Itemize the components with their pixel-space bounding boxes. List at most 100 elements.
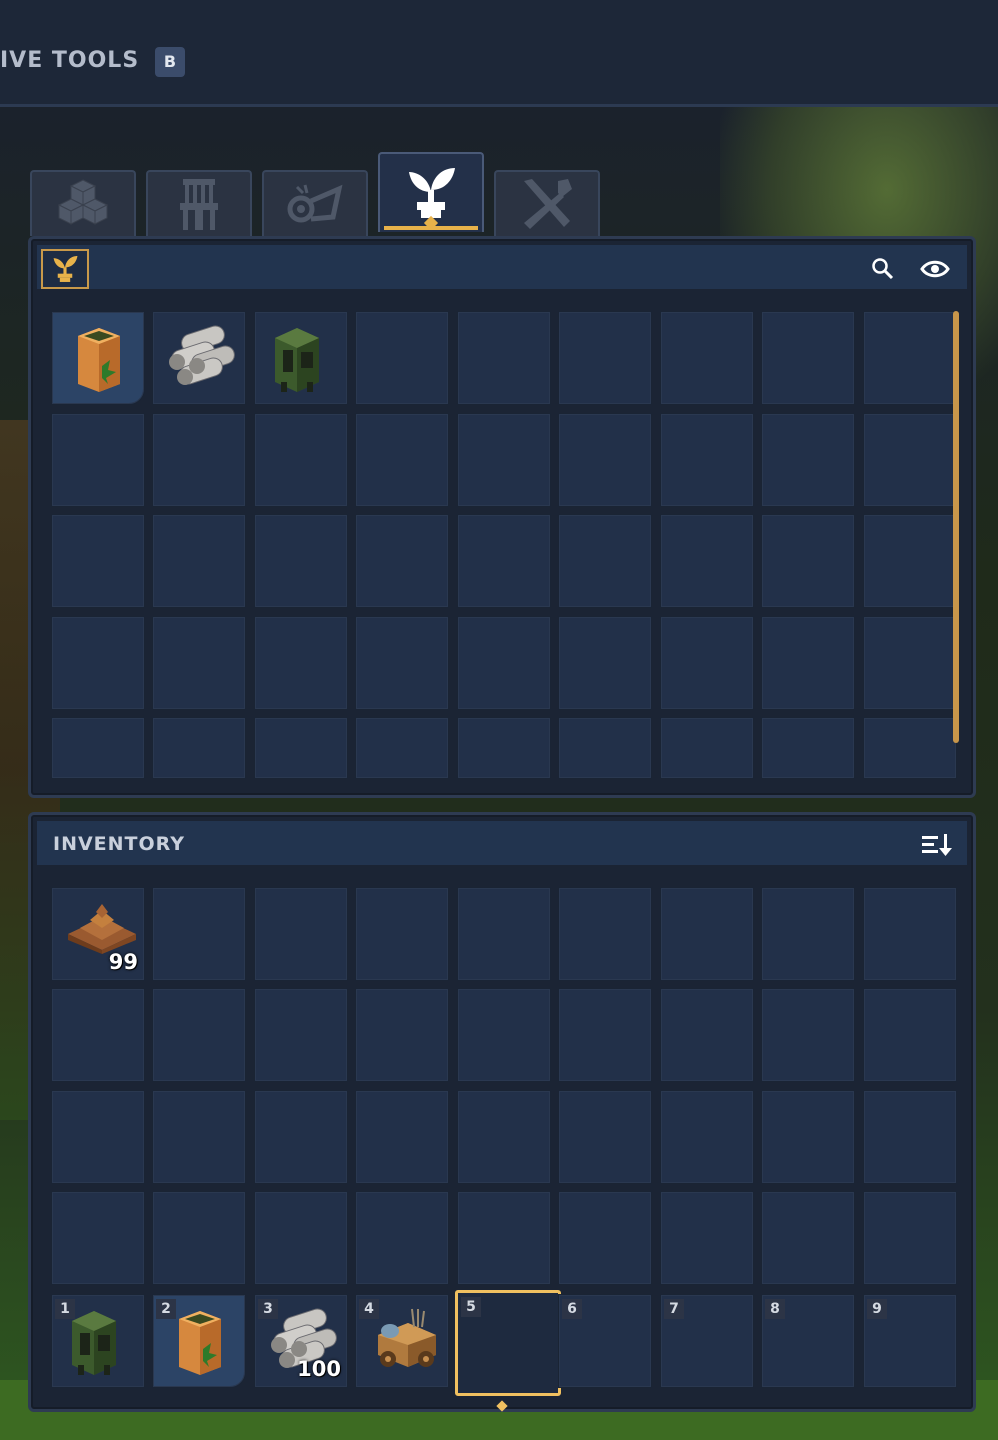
inventory-slot[interactable] (254, 1090, 348, 1184)
catalog-slot[interactable] (51, 514, 145, 608)
inventory-slot[interactable] (254, 887, 348, 981)
catalog-slot[interactable] (254, 717, 348, 779)
inventory-slot[interactable] (355, 1191, 449, 1285)
catalog-slot[interactable] (660, 514, 754, 608)
catalog-slot[interactable] (254, 514, 348, 608)
catalog-slot[interactable] (761, 413, 855, 507)
hotbar-slot[interactable]: 7 (660, 1294, 754, 1388)
inventory-slot[interactable] (152, 988, 246, 1082)
sort-button[interactable] (921, 829, 953, 861)
catalog-slot[interactable] (558, 717, 652, 779)
inventory-slot[interactable] (355, 988, 449, 1082)
catalog-slot[interactable] (660, 311, 754, 405)
inventory-slot[interactable] (51, 1191, 145, 1285)
catalog-slot[interactable] (51, 616, 145, 710)
catalog-slot[interactable] (254, 413, 348, 507)
inventory-slot[interactable] (457, 988, 551, 1082)
catalog-slot[interactable] (51, 717, 145, 779)
catalog-slot[interactable] (457, 514, 551, 608)
inventory-slot[interactable] (558, 887, 652, 981)
inventory-slot[interactable] (863, 1191, 957, 1285)
inventory-slot[interactable] (660, 1090, 754, 1184)
tab-blocks[interactable] (30, 170, 136, 236)
catalog-slot[interactable] (863, 514, 957, 608)
catalog-slot[interactable] (152, 616, 246, 710)
catalog-slot[interactable] (660, 413, 754, 507)
inventory-slot[interactable] (761, 988, 855, 1082)
tab-decor[interactable] (262, 170, 368, 236)
catalog-slot[interactable] (761, 717, 855, 779)
catalog-slot[interactable] (457, 311, 551, 405)
catalog-slot[interactable] (51, 311, 145, 405)
tab-farming[interactable] (378, 152, 484, 232)
inventory-slot[interactable] (863, 887, 957, 981)
visibility-toggle[interactable] (919, 253, 951, 285)
inventory-slot[interactable] (660, 988, 754, 1082)
inventory-slot[interactable] (761, 887, 855, 981)
catalog-slot[interactable] (558, 311, 652, 405)
catalog-slot[interactable] (254, 311, 348, 405)
catalog-slot[interactable] (660, 717, 754, 779)
inventory-slot[interactable] (457, 887, 551, 981)
catalog-slot[interactable] (355, 717, 449, 779)
hotbar-slot[interactable]: 9 (863, 1294, 957, 1388)
inventory-slot[interactable] (51, 988, 145, 1082)
catalog-slot[interactable] (152, 717, 246, 779)
catalog-slot[interactable] (863, 311, 957, 405)
catalog-slot[interactable] (558, 616, 652, 710)
inventory-slot[interactable] (254, 988, 348, 1082)
inventory-slot[interactable] (863, 988, 957, 1082)
catalog-slot[interactable] (761, 514, 855, 608)
catalog-slot[interactable] (355, 616, 449, 710)
catalog-slot[interactable] (355, 311, 449, 405)
inventory-slot[interactable] (761, 1191, 855, 1285)
inventory-slot[interactable] (152, 1090, 246, 1184)
catalog-slot[interactable] (152, 413, 246, 507)
inventory-slot[interactable]: 99 (51, 887, 145, 981)
inventory-slot[interactable] (51, 1090, 145, 1184)
inventory-slot[interactable] (863, 1090, 957, 1184)
inventory-slot[interactable] (152, 887, 246, 981)
inventory-slot[interactable] (558, 988, 652, 1082)
catalog-slot[interactable] (761, 616, 855, 710)
catalog-slot[interactable] (254, 616, 348, 710)
catalog-slot[interactable] (660, 616, 754, 710)
inventory-slot[interactable] (355, 1090, 449, 1184)
catalog-slot[interactable] (457, 616, 551, 710)
catalog-slot[interactable] (355, 514, 449, 608)
tab-tools[interactable] (494, 170, 600, 236)
hotbar-slot[interactable]: 4 (355, 1294, 449, 1388)
catalog-slot[interactable] (863, 616, 957, 710)
catalog-slot[interactable] (558, 413, 652, 507)
catalog-slot[interactable] (152, 514, 246, 608)
catalog-slot[interactable] (863, 717, 957, 779)
inventory-slot[interactable] (457, 1090, 551, 1184)
inventory-slot[interactable] (660, 1191, 754, 1285)
hotbar-slot[interactable]: 5 (455, 1290, 561, 1396)
catalog-slot[interactable] (51, 413, 145, 507)
inventory-slot[interactable] (152, 1191, 246, 1285)
inventory-slot[interactable] (457, 1191, 551, 1285)
hotbar-slot[interactable]: 2 (152, 1294, 246, 1388)
inventory-slot[interactable] (761, 1090, 855, 1184)
catalog-slot[interactable] (457, 413, 551, 507)
catalog-slot[interactable] (355, 413, 449, 507)
inventory-slot[interactable] (558, 1191, 652, 1285)
hotbar-slot[interactable]: 3 100 (254, 1294, 348, 1388)
category-badge[interactable] (41, 249, 89, 289)
search-button[interactable] (867, 253, 899, 285)
inventory-slot[interactable] (558, 1090, 652, 1184)
hotbar-slot[interactable]: 1 (51, 1294, 145, 1388)
catalog-slot[interactable] (863, 413, 957, 507)
inventory-slot[interactable] (355, 887, 449, 981)
hotbar-slot[interactable]: 6 (558, 1294, 652, 1388)
catalog-slot[interactable] (761, 311, 855, 405)
inventory-slot[interactable] (660, 887, 754, 981)
tab-furniture[interactable] (146, 170, 252, 236)
catalog-slot[interactable] (457, 717, 551, 779)
catalog-slot[interactable] (558, 514, 652, 608)
catalog-scrollbar[interactable] (953, 311, 959, 743)
catalog-slot[interactable] (152, 311, 246, 405)
hotbar-slot[interactable]: 8 (761, 1294, 855, 1388)
inventory-slot[interactable] (254, 1191, 348, 1285)
